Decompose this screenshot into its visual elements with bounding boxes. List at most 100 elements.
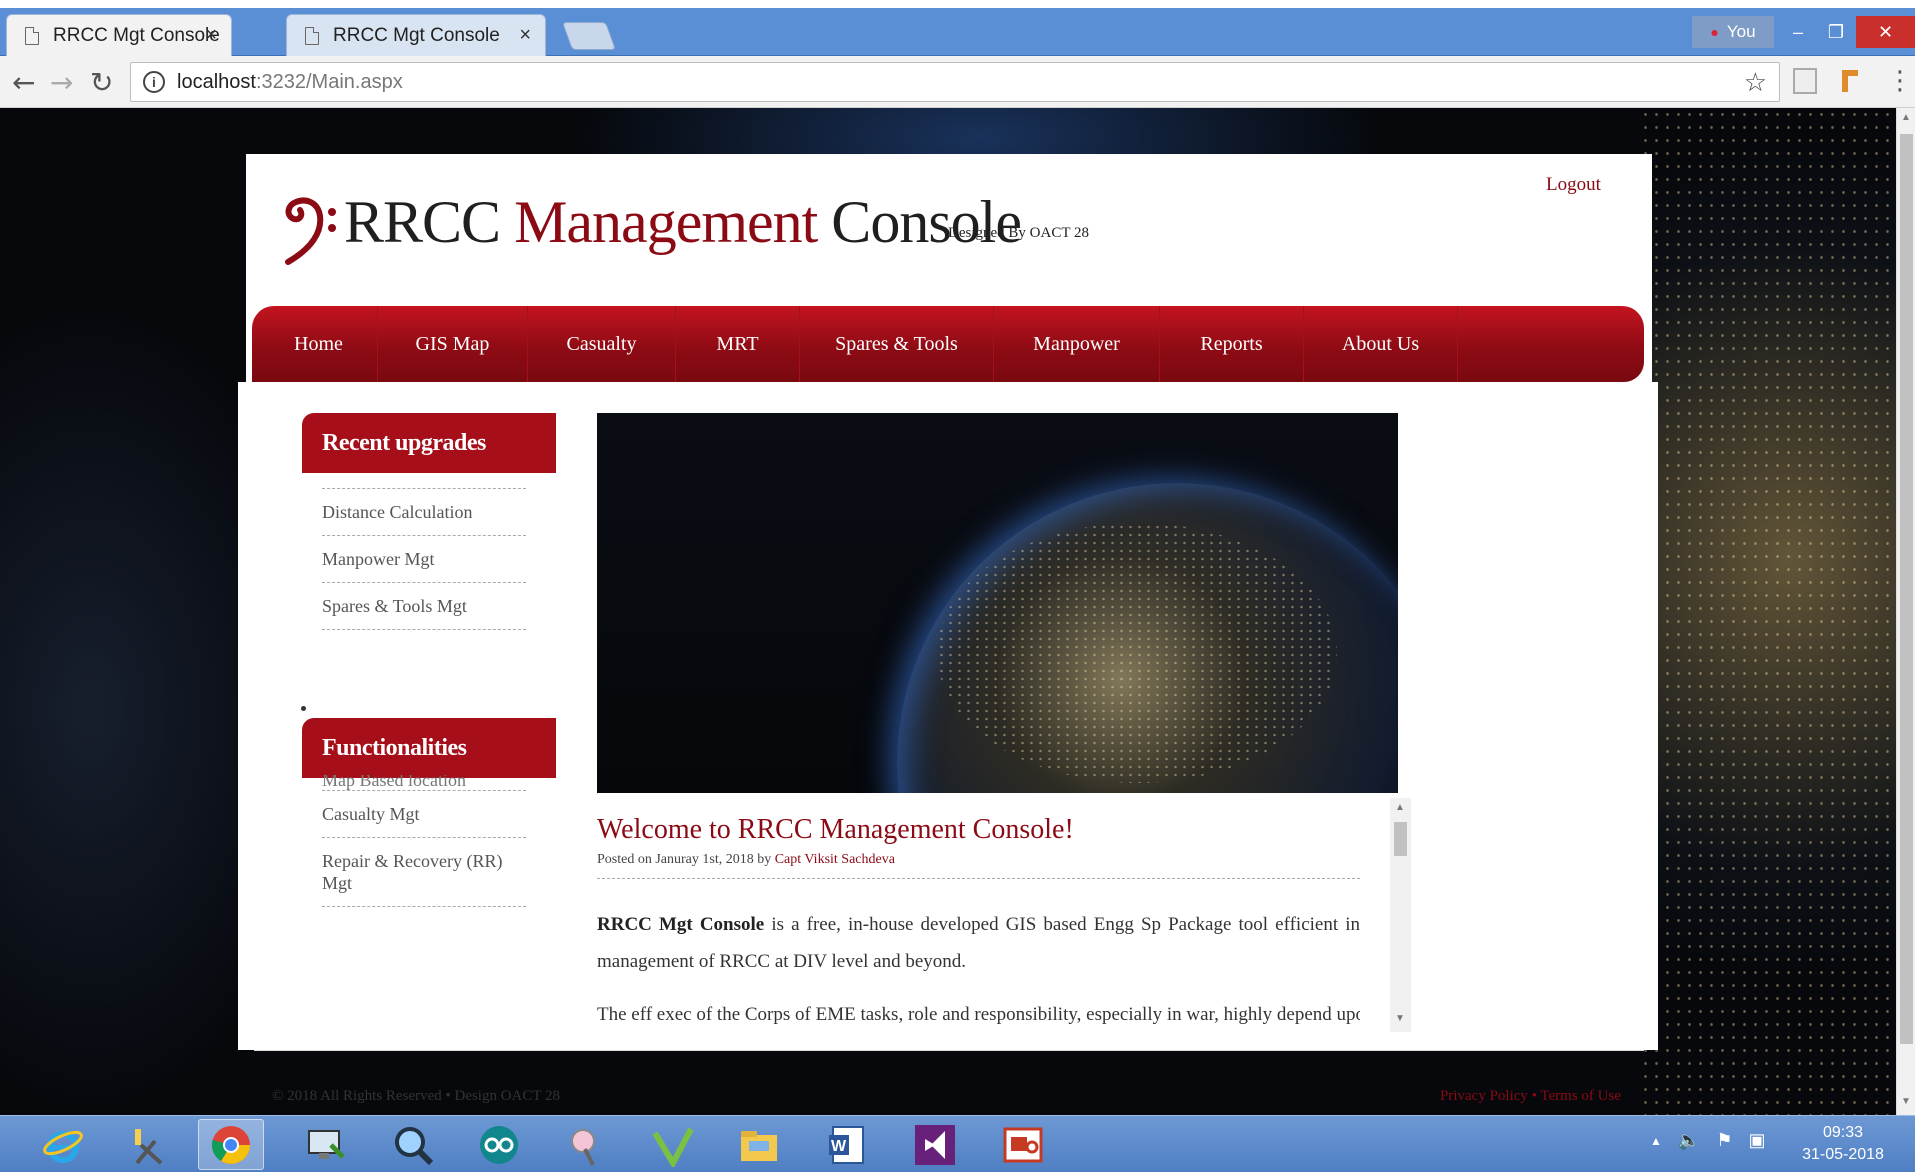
- profile-button[interactable]: ● You: [1692, 16, 1774, 48]
- scrollbar-thumb[interactable]: [1394, 822, 1407, 856]
- back-icon[interactable]: ←: [12, 66, 35, 99]
- article-scrollbar[interactable]: ▲ ▼: [1390, 798, 1411, 1032]
- terms-of-use-link[interactable]: Terms of Use: [1540, 1088, 1621, 1104]
- tray-expand-icon[interactable]: ▲: [1650, 1130, 1662, 1151]
- file-explorer-icon[interactable]: [726, 1119, 792, 1170]
- internet-explorer-icon[interactable]: [30, 1119, 96, 1170]
- page-icon: [305, 26, 319, 45]
- remote-desktop-icon[interactable]: [292, 1119, 358, 1170]
- close-window-button[interactable]: ✕: [1856, 16, 1915, 48]
- scroll-up-icon[interactable]: ▲: [1901, 112, 1911, 123]
- hero-earth-image: [597, 413, 1398, 793]
- posted-on-text: Posted on Januray 1st, 2018 by: [597, 852, 772, 867]
- sidebar-item-spares-tools-mgt[interactable]: Spares & Tools Mgt: [322, 583, 526, 630]
- profile-icon: ●: [1710, 24, 1719, 40]
- visual-studio-icon[interactable]: [902, 1119, 968, 1170]
- new-tab-button[interactable]: [561, 22, 617, 50]
- window-top-strip: [0, 0, 1915, 8]
- minimize-button[interactable]: –: [1780, 16, 1816, 48]
- title-part1: RRCC: [344, 189, 501, 255]
- functionalities-list: Map Based location Casualty Mgt Repair &…: [322, 775, 526, 907]
- article-title: Welcome to RRCC Management Console!: [597, 814, 1074, 845]
- profile-label: You: [1726, 22, 1756, 41]
- copyright-text: © 2018 All Rights Reserved • Design OACT…: [272, 1088, 561, 1104]
- clock-time: 09:33: [1822, 1124, 1864, 1141]
- snipping-tool-icon[interactable]: [114, 1119, 180, 1170]
- bass-clef-logo-icon: [285, 197, 336, 265]
- article-meta: Posted on Januray 1st, 2018 by Capt Viks…: [597, 852, 895, 868]
- address-bar-row: ← → ↻ i localhost:3232/Main.aspx ☆ ⋮: [0, 56, 1915, 108]
- sidebar-item-distance-calculation[interactable]: Distance Calculation: [322, 489, 526, 536]
- footer-links: Privacy Policy • Terms of Use: [1440, 1088, 1621, 1105]
- page-icon: [25, 26, 39, 45]
- maximize-button[interactable]: ❐: [1816, 16, 1856, 48]
- magnifier-icon[interactable]: [380, 1119, 446, 1170]
- scroll-down-icon[interactable]: ▼: [1901, 1096, 1911, 1107]
- paint-icon[interactable]: [552, 1119, 618, 1170]
- background-city-lights: [1640, 108, 1896, 1115]
- word-icon[interactable]: W: [814, 1119, 880, 1170]
- chrome-icon[interactable]: [198, 1119, 264, 1170]
- windows-taskbar: W ▲ 🔈 ⚑ ▣ 09:33 31-05-2018: [0, 1115, 1915, 1172]
- title-part2: Management: [514, 189, 818, 255]
- reload-icon[interactable]: ↻: [90, 66, 113, 99]
- nav-casualty[interactable]: Casualty: [528, 306, 676, 382]
- nav-manpower[interactable]: Manpower: [994, 306, 1160, 382]
- privacy-policy-link[interactable]: Privacy Policy: [1440, 1088, 1528, 1104]
- tab-close-icon[interactable]: ×: [519, 24, 531, 47]
- city-lights-graphic: [937, 523, 1337, 783]
- bookmark-extension-icon[interactable]: [1838, 68, 1862, 94]
- sketch-app-icon[interactable]: [640, 1119, 706, 1170]
- nav-about-us[interactable]: About Us: [1304, 306, 1458, 382]
- svg-text:W: W: [831, 1138, 847, 1155]
- author-link[interactable]: Capt Viksit Sachdeva: [775, 852, 895, 867]
- main-nav: Home GIS Map Casualty MRT Spares & Tools…: [252, 306, 1644, 382]
- page-scrollbar[interactable]: ▲ ▼: [1896, 108, 1915, 1115]
- article-divider: [597, 878, 1360, 879]
- bookmark-star-icon[interactable]: ☆: [1744, 67, 1767, 98]
- article-paragraph-2: The eff exec of the Corps of EME tasks, …: [597, 1004, 1360, 1025]
- nav-home[interactable]: Home: [260, 306, 378, 382]
- nav-reports[interactable]: Reports: [1160, 306, 1304, 382]
- url-path: :3232/Main.aspx: [255, 70, 403, 93]
- pdf-extension-icon[interactable]: [1793, 68, 1817, 94]
- url-host: localhost: [177, 70, 256, 93]
- volume-icon[interactable]: 🔈: [1678, 1130, 1700, 1151]
- sidebar-item-map-based-location[interactable]: Map Based location: [322, 775, 526, 791]
- functionalities-heading: Functionalities: [302, 718, 556, 778]
- sidebar-item-casualty-mgt[interactable]: Casualty Mgt: [322, 791, 526, 838]
- tab-title: RRCC Mgt Console: [333, 24, 500, 46]
- tab-title: RRCC Mgt Console: [53, 24, 220, 46]
- site-info-icon[interactable]: i: [143, 71, 165, 93]
- article-paragraph-1: RRCC Mgt Console is a free, in-house dev…: [597, 906, 1360, 980]
- tab-close-icon[interactable]: ×: [205, 24, 217, 47]
- nav-spares-tools[interactable]: Spares & Tools: [800, 306, 994, 382]
- footer-divider: [254, 1050, 1644, 1051]
- presentation-app-icon[interactable]: [990, 1119, 1056, 1170]
- article-panel[interactable]: Welcome to RRCC Management Console! Post…: [597, 798, 1410, 1032]
- sidebar-item-manpower-mgt[interactable]: Manpower Mgt: [322, 536, 526, 583]
- title-part3: Console: [831, 189, 1022, 255]
- scroll-down-icon[interactable]: ▼: [1395, 1013, 1405, 1024]
- nav-mrt[interactable]: MRT: [676, 306, 800, 382]
- arduino-icon[interactable]: [466, 1119, 532, 1170]
- tab-inactive[interactable]: RRCC Mgt Console ×: [286, 14, 546, 56]
- tab-active[interactable]: RRCC Mgt Console ×: [6, 14, 232, 56]
- logout-link[interactable]: Logout: [1546, 174, 1601, 196]
- forward-icon[interactable]: →: [50, 66, 73, 99]
- action-center-flag-icon[interactable]: ⚑: [1716, 1130, 1732, 1151]
- recent-upgrades-heading: Recent upgrades: [302, 413, 556, 473]
- product-name: RRCC Mgt Console: [597, 914, 765, 935]
- recent-upgrades-list: Distance Calculation Manpower Mgt Spares…: [322, 473, 526, 630]
- network-icon[interactable]: ▣: [1748, 1130, 1765, 1151]
- bullet-dot: [301, 706, 306, 711]
- nav-gis-map[interactable]: GIS Map: [378, 306, 528, 382]
- scroll-up-icon[interactable]: ▲: [1395, 802, 1405, 813]
- list-item-cutoff: [322, 473, 526, 489]
- system-clock[interactable]: 09:33 31-05-2018: [1788, 1122, 1898, 1166]
- scrollbar-thumb[interactable]: [1900, 134, 1913, 1044]
- clock-date: 31-05-2018: [1802, 1146, 1884, 1163]
- url-field[interactable]: i localhost:3232/Main.aspx ☆: [130, 62, 1780, 102]
- menu-icon[interactable]: ⋮: [1887, 66, 1913, 96]
- sidebar-item-repair-recovery[interactable]: Repair & Recovery (RR) Mgt: [322, 838, 526, 907]
